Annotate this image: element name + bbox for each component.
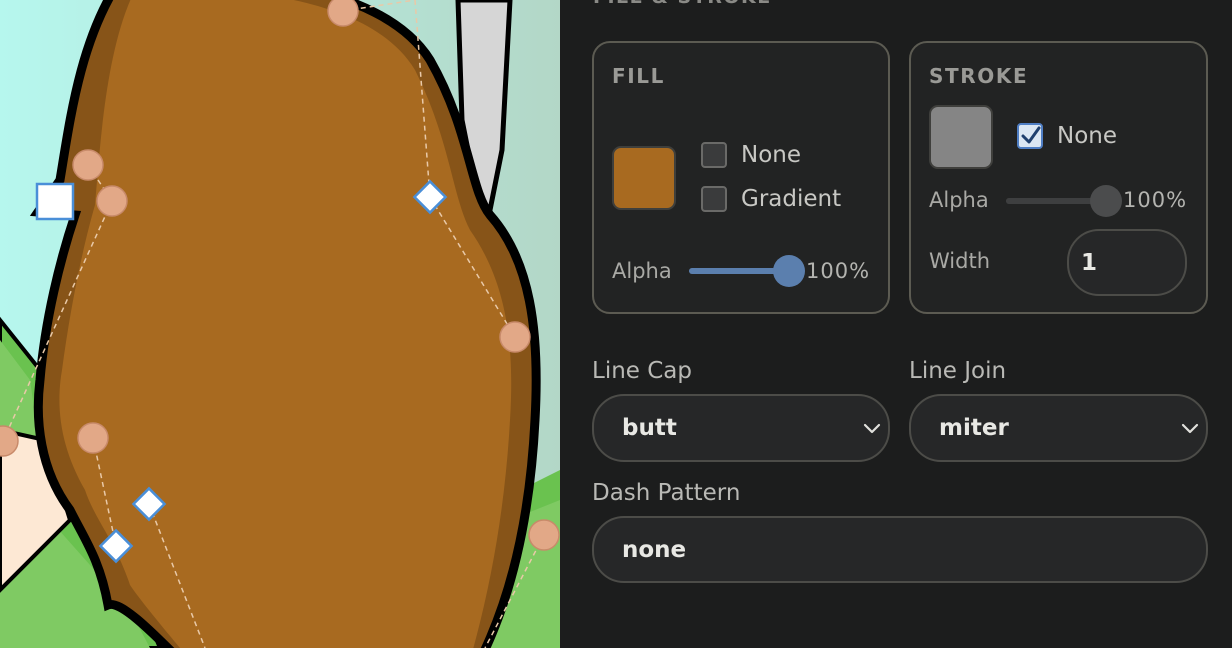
line-join-select[interactable]: miter (909, 394, 1208, 462)
control-handle[interactable] (528, 519, 560, 551)
stroke-none-label: None (1057, 123, 1118, 149)
stroke-alpha-value: 100% (1123, 188, 1188, 212)
stroke-width-input[interactable]: 1 (1067, 229, 1187, 296)
stroke-width-label: Width (929, 249, 991, 273)
chevron-down-icon (1181, 423, 1199, 434)
drawing-canvas[interactable] (0, 0, 560, 648)
fill-alpha-value: 100% (806, 259, 871, 283)
control-handle[interactable] (499, 321, 531, 353)
control-handle[interactable] (327, 0, 359, 27)
control-handle[interactable] (96, 185, 128, 217)
control-handle[interactable] (77, 422, 109, 454)
properties-panel: FILL & STROKE FILL None Gradient Alpha 1… (560, 0, 1232, 648)
line-cap-select[interactable]: butt (592, 394, 890, 462)
canvas-artwork (0, 0, 560, 648)
section-title: FILL & STROKE (593, 0, 772, 8)
fill-none-checkbox[interactable] (701, 142, 727, 168)
stroke-heading: STROKE (929, 64, 1029, 88)
fill-color-swatch[interactable] (612, 146, 676, 210)
line-cap-label: Line Cap (592, 358, 692, 384)
stroke-alpha-slider[interactable] (1006, 185, 1122, 217)
stroke-color-swatch[interactable] (929, 105, 993, 169)
fill-alpha-label: Alpha (612, 259, 672, 283)
control-handle[interactable] (72, 149, 104, 181)
fill-heading: FILL (612, 64, 665, 88)
checkmark-icon (1021, 126, 1041, 144)
fill-gradient-label: Gradient (741, 186, 842, 212)
line-join-label: Line Join (909, 358, 1007, 384)
stroke-alpha-slider-knob[interactable] (1090, 185, 1122, 217)
stroke-alpha-label: Alpha (929, 188, 989, 212)
stroke-box: STROKE None Alpha 100% Width 1 (909, 41, 1208, 314)
fill-alpha-slider[interactable] (689, 255, 805, 287)
fill-box: FILL None Gradient Alpha 100% (592, 41, 890, 314)
fill-alpha-slider-knob[interactable] (773, 255, 805, 287)
dash-pattern-input[interactable]: none (592, 516, 1208, 583)
selected-anchor-node[interactable] (35, 182, 75, 221)
chevron-down-icon (863, 423, 881, 434)
line-join-value: miter (939, 415, 1009, 441)
stroke-width-value: 1 (1081, 249, 1098, 276)
fill-gradient-checkbox[interactable] (701, 186, 727, 212)
fill-none-label: None (741, 142, 802, 168)
stroke-none-checkbox[interactable] (1017, 123, 1043, 149)
dash-pattern-value: none (622, 536, 687, 563)
dash-pattern-label: Dash Pattern (592, 480, 741, 506)
line-cap-value: butt (622, 415, 677, 441)
